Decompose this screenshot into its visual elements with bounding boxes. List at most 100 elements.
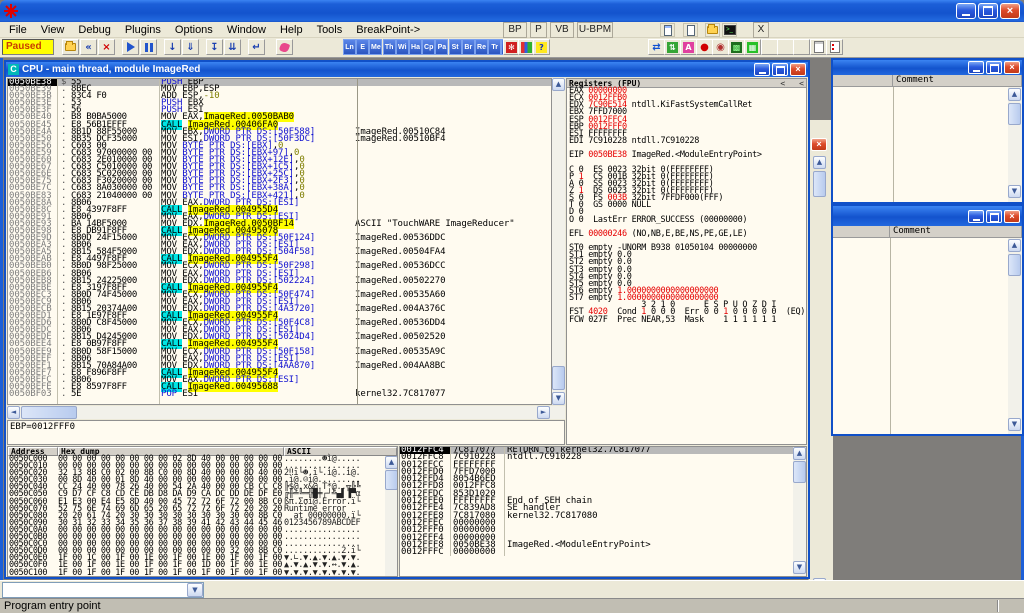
dump-row[interactable]: 0050C1001F 00 1F 00 1F 00 1F 00 1F 00 1F… <box>8 570 397 577</box>
execute-till-return-icon[interactable]: ↵ <box>248 39 265 55</box>
help-question-icon[interactable]: ? <box>533 39 550 55</box>
trace-over-icon[interactable]: ⇊ <box>224 39 241 55</box>
spiral-icon[interactable]: ◉ <box>712 39 729 55</box>
scroll-up-icon[interactable]: ▲ <box>552 78 565 91</box>
pause-icon[interactable] <box>140 39 157 55</box>
window-button-ln[interactable]: Ln <box>343 39 356 55</box>
cpu-restore-icon[interactable] <box>772 63 788 76</box>
register-line[interactable]: EDI 7C910228 ntdll.7C910228 <box>567 138 806 145</box>
scroll-down-icon[interactable]: ▼ <box>552 392 565 405</box>
vscrollbar[interactable]: ▲ ▼ <box>1008 87 1022 202</box>
window-button-st[interactable]: St <box>449 39 462 55</box>
scroll-up-icon[interactable]: ▲ <box>1008 239 1021 252</box>
column-header-blank[interactable] <box>833 226 890 237</box>
plugin-close-button[interactable]: X <box>753 22 769 38</box>
collapse-chevron-icon[interactable]: < <box>799 79 804 87</box>
disassembly-hscrollbar[interactable]: ◄ ► <box>7 406 565 419</box>
plugin-button-bp[interactable]: BP <box>503 22 527 38</box>
patches-icon[interactable]: ▦ <box>744 39 761 55</box>
swap-panes-icon[interactable]: ⇄ <box>648 39 665 55</box>
close-program-icon[interactable]: × <box>98 39 115 55</box>
memory-map-icon[interactable]: ▩ <box>728 39 745 55</box>
scrollbar-thumb[interactable] <box>1008 254 1021 276</box>
background-window-close-icon[interactable]: × <box>811 138 827 151</box>
dump-pane[interactable]: Address Hex dump ASCII 0050C00000 00 00 … <box>7 446 398 577</box>
restore-icon[interactable] <box>978 3 998 19</box>
plugin-button-vb[interactable]: VB <box>550 22 574 38</box>
plugin-button-p[interactable]: P <box>530 22 547 38</box>
empty-slot-icon[interactable] <box>793 39 810 55</box>
window-button-br[interactable]: Br <box>462 39 475 55</box>
disassembly-pane[interactable]: 0050BE38$55PUSH EBP0050BE39.8BECMOV EBP,… <box>7 78 552 405</box>
scroll-up-icon[interactable]: ▲ <box>385 456 398 469</box>
log-list-icon[interactable] <box>810 39 827 55</box>
scroll-left-icon[interactable]: ◄ <box>7 406 20 419</box>
scrollbar-thumb[interactable] <box>813 171 826 197</box>
column-header-blank[interactable] <box>833 75 893 86</box>
dropdown-arrow-icon[interactable]: ▼ <box>187 583 203 597</box>
window-button-pa[interactable]: Pa <box>435 39 448 55</box>
scrollbar-thumb[interactable] <box>793 461 806 483</box>
disasm-row[interactable]: 0050BE3B.83C4 F0ADD ESP,-10 <box>8 93 551 100</box>
scroll-up-icon[interactable]: ▲ <box>1008 88 1021 101</box>
scroll-down-icon[interactable]: ▼ <box>793 561 806 574</box>
minimize-icon[interactable] <box>968 61 984 74</box>
close-icon[interactable]: × <box>1004 210 1020 223</box>
empty-slot-icon[interactable] <box>761 39 778 55</box>
notes-icon[interactable] <box>683 23 698 37</box>
cpu-minimize-icon[interactable] <box>754 63 770 76</box>
register-line[interactable]: EFL 00000246 (NO,NB,E,BE,NS,PE,GE,LE) <box>567 231 806 238</box>
register-line[interactable]: FCW 027F Prec NEAR,53 Mask 1 1 1 1 1 1 <box>567 317 806 324</box>
window-button-wi[interactable]: Wi <box>396 39 409 55</box>
command-combobox[interactable]: ▼ <box>2 582 204 598</box>
step-into-icon[interactable]: ↓ <box>164 39 181 55</box>
stack-vscrollbar[interactable]: ▲ ▼ <box>793 447 806 576</box>
window-button-re[interactable]: Re <box>475 39 488 55</box>
disasm-row[interactable]: 0050BF03.5EPOP ESIkernel32.7C817077 <box>8 391 551 398</box>
minimize-icon[interactable] <box>956 3 976 19</box>
empty-slot-icon[interactable] <box>777 39 794 55</box>
disassembly-vscrollbar[interactable]: ▲ ▼ <box>552 78 565 405</box>
trace-into-icon[interactable]: ↧ <box>206 39 223 55</box>
restore-icon[interactable] <box>986 61 1002 74</box>
vscrollbar[interactable]: ▲ ▼ <box>1008 238 1022 434</box>
folder-icon[interactable] <box>705 23 720 37</box>
disasm-row[interactable]: 0050BEFE.E8 8597F8FFCALL ImageRed.004956… <box>8 384 551 391</box>
comment-list[interactable]: ▲ ▼ <box>833 238 1022 434</box>
document-icon[interactable] <box>660 23 675 37</box>
stack-pane[interactable]: 0012FFC47C817077RETURN to kernel32.7C817… <box>399 446 807 577</box>
registers-pane[interactable]: Registers (FPU) < < EAX 00000000ECX 0012… <box>566 78 807 445</box>
window-button-me[interactable]: Me <box>369 39 382 55</box>
register-line[interactable]: T 0 GS 0000 NULL <box>567 202 806 209</box>
scroll-right-icon[interactable]: ► <box>537 406 550 419</box>
main-titlebar[interactable]: × <box>0 0 1024 22</box>
disasm-row[interactable]: 0050BE3E.53PUSH EBX <box>8 100 551 107</box>
console-icon[interactable]: >_ <box>722 23 737 37</box>
window-button-th[interactable]: Th <box>383 39 396 55</box>
restart-icon[interactable]: « <box>80 39 97 55</box>
window-button-e[interactable]: E <box>356 39 369 55</box>
scrollbar-thumb[interactable] <box>385 470 398 490</box>
window-button-ha[interactable]: Ha <box>409 39 422 55</box>
go-to-user-code-icon[interactable] <box>276 39 293 55</box>
open-file-icon[interactable] <box>62 39 79 55</box>
run-icon[interactable] <box>122 39 139 55</box>
restore-icon[interactable] <box>986 210 1002 223</box>
window-button-cp[interactable]: Cp <box>422 39 435 55</box>
scrollbar-thumb[interactable] <box>1008 103 1021 125</box>
window-button-tr[interactable]: Tr <box>488 39 501 55</box>
register-line[interactable]: EIP 0050BE38 ImageRed.<ModuleEntryPoint> <box>567 152 806 159</box>
step-over-icon[interactable]: ⇓ <box>182 39 199 55</box>
scroll-up-icon[interactable]: ▲ <box>793 447 806 460</box>
info-pane[interactable]: EBP=0012FFF0 <box>7 420 565 445</box>
column-header-comment[interactable]: Comment <box>890 226 1022 237</box>
comment-window-1-titlebar[interactable]: × <box>833 60 1022 75</box>
comment-list[interactable]: ▲ ▼ <box>833 87 1022 202</box>
scroll-up-icon[interactable]: ▲ <box>813 156 826 169</box>
record-dot-icon[interactable]: ● <box>696 39 713 55</box>
assemble-icon[interactable]: A <box>680 39 697 55</box>
comment-window-2-titlebar[interactable]: × <box>833 206 1022 226</box>
collapse-chevron-icon[interactable]: < <box>780 79 785 87</box>
dump-vscrollbar[interactable]: ▲ <box>385 456 398 576</box>
column-header-comment[interactable]: Comment <box>893 75 1022 86</box>
